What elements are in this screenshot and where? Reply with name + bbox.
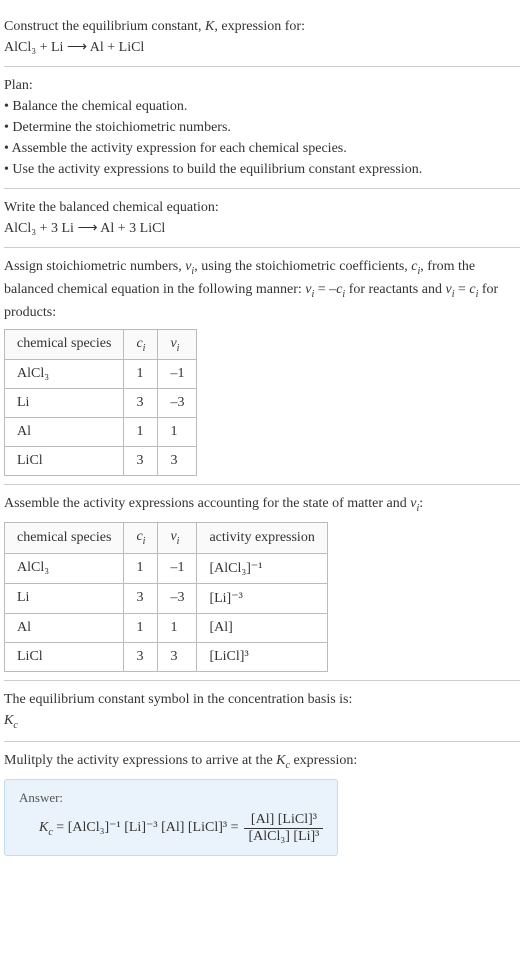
cell-expr: [Li]⁻³ xyxy=(197,583,327,613)
table-header-row: chemical species ci νi xyxy=(5,329,197,360)
cell-ci: 3 xyxy=(124,389,158,418)
cell-species: AlCl₃ xyxy=(5,553,124,583)
unbalanced-equation: AlCl₃ + Li ⟶ Al + LiCl xyxy=(4,37,520,58)
cell-species: Li xyxy=(5,583,124,613)
cell-ci: 3 xyxy=(124,642,158,671)
plan-bullet-1: • Balance the chemical equation. xyxy=(4,96,520,117)
cell-ci: 3 xyxy=(124,447,158,476)
fraction-numerator: [Al] [LiCl]³ xyxy=(244,812,323,829)
cell-species: Al xyxy=(5,613,124,642)
col-ci: ci xyxy=(124,329,158,360)
construct-prompt: Construct the equilibrium constant, K, e… xyxy=(4,16,520,37)
plan-title: Plan: xyxy=(4,75,520,96)
table-row: Al 1 1 [Al] xyxy=(5,613,328,642)
col-ci: ci xyxy=(124,523,158,554)
plan-bullet-2: • Determine the stoichiometric numbers. xyxy=(4,117,520,138)
symbol-section: The equilibrium constant symbol in the c… xyxy=(4,681,520,742)
kc-expression: Kc = [AlCl₃]⁻¹ [Li]⁻³ [Al] [LiCl]³ = [Al… xyxy=(19,812,323,845)
activity-intro: Assemble the activity expressions accoun… xyxy=(4,493,520,516)
col-species: chemical species xyxy=(5,523,124,554)
cell-vi: 1 xyxy=(158,418,197,447)
cell-species: LiCl xyxy=(5,642,124,671)
cell-vi: –3 xyxy=(158,389,197,418)
cell-species: LiCl xyxy=(5,447,124,476)
cell-species: AlCl₃ xyxy=(5,360,124,389)
table-row: AlCl₃ 1 –1 [AlCl₃]⁻¹ xyxy=(5,553,328,583)
cell-ci: 1 xyxy=(124,553,158,583)
symbol-text: The equilibrium constant symbol in the c… xyxy=(4,689,520,710)
cell-species: Li xyxy=(5,389,124,418)
final-text: Mulitply the activity expressions to arr… xyxy=(4,750,520,773)
header-section: Construct the equilibrium constant, K, e… xyxy=(4,8,520,67)
cell-vi: –1 xyxy=(158,360,197,389)
kc-lhs: Kc = [AlCl₃]⁻¹ [Li]⁻³ [Al] [LiCl]³ = xyxy=(39,819,238,838)
balanced-section: Write the balanced chemical equation: Al… xyxy=(4,189,520,248)
table-row: LiCl 3 3 [LiCl]³ xyxy=(5,642,328,671)
table-row: Li 3 –3 [Li]⁻³ xyxy=(5,583,328,613)
stoich-intro: Assign stoichiometric numbers, νi, using… xyxy=(4,256,520,323)
balanced-title: Write the balanced chemical equation: xyxy=(4,197,520,218)
table-row: Li 3 –3 xyxy=(5,389,197,418)
cell-ci: 1 xyxy=(124,360,158,389)
cell-ci: 1 xyxy=(124,418,158,447)
answer-label: Answer: xyxy=(19,790,323,806)
stoich-table: chemical species ci νi AlCl₃ 1 –1 Li 3 –… xyxy=(4,329,197,477)
table-header-row: chemical species ci νi activity expressi… xyxy=(5,523,328,554)
activity-section: Assemble the activity expressions accoun… xyxy=(4,485,520,681)
cell-ci: 1 xyxy=(124,613,158,642)
fraction-denominator: [AlCl₃] [Li]³ xyxy=(244,829,323,845)
cell-vi: 3 xyxy=(158,642,197,671)
stoich-section: Assign stoichiometric numbers, νi, using… xyxy=(4,248,520,485)
plan-section: Plan: • Balance the chemical equation. •… xyxy=(4,67,520,189)
cell-vi: 3 xyxy=(158,447,197,476)
cell-vi: –1 xyxy=(158,553,197,583)
table-row: LiCl 3 3 xyxy=(5,447,197,476)
balanced-equation: AlCl₃ + 3 Li ⟶ Al + 3 LiCl xyxy=(4,218,520,239)
cell-species: Al xyxy=(5,418,124,447)
col-species: chemical species xyxy=(5,329,124,360)
cell-expr: [Al] xyxy=(197,613,327,642)
activity-table: chemical species ci νi activity expressi… xyxy=(4,522,328,672)
col-expr: activity expression xyxy=(197,523,327,554)
plan-bullet-3: • Assemble the activity expression for e… xyxy=(4,138,520,159)
final-section: Mulitply the activity expressions to arr… xyxy=(4,742,520,864)
cell-expr: [LiCl]³ xyxy=(197,642,327,671)
cell-vi: 1 xyxy=(158,613,197,642)
table-row: Al 1 1 xyxy=(5,418,197,447)
cell-vi: –3 xyxy=(158,583,197,613)
kc-symbol: Kc xyxy=(4,710,520,733)
cell-ci: 3 xyxy=(124,583,158,613)
col-vi: νi xyxy=(158,523,197,554)
plan-bullet-4: • Use the activity expressions to build … xyxy=(4,159,520,180)
answer-box: Answer: Kc = [AlCl₃]⁻¹ [Li]⁻³ [Al] [LiCl… xyxy=(4,779,338,856)
table-row: AlCl₃ 1 –1 xyxy=(5,360,197,389)
cell-expr: [AlCl₃]⁻¹ xyxy=(197,553,327,583)
col-vi: νi xyxy=(158,329,197,360)
kc-fraction: [Al] [LiCl]³ [AlCl₃] [Li]³ xyxy=(244,812,323,845)
